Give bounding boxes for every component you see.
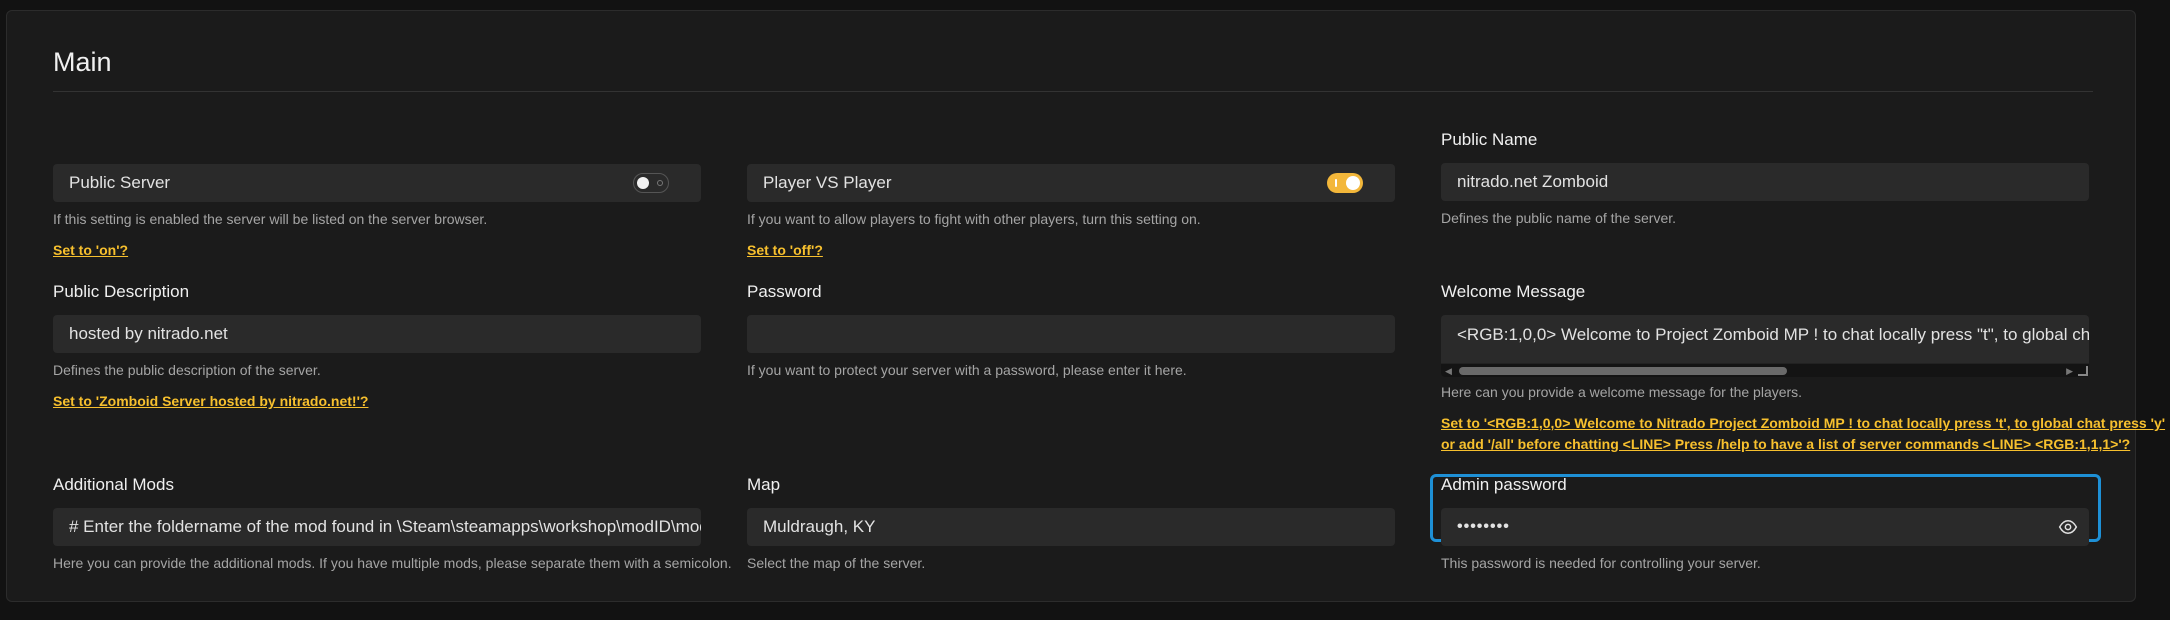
- public-server-help: If this setting is enabled the server wi…: [53, 211, 488, 227]
- welcome-message-label: Welcome Message: [1441, 282, 1586, 301]
- section-title: Main: [53, 47, 112, 77]
- map-select[interactable]: Muldraugh, KY: [747, 508, 1395, 546]
- resize-handle-icon[interactable]: [2078, 366, 2088, 376]
- toggle-off-icon[interactable]: [633, 173, 669, 193]
- password-input[interactable]: [747, 315, 1395, 353]
- additional-mods-field: Additional Mods # Enter the foldername o…: [53, 475, 732, 575]
- additional-mods-input[interactable]: # Enter the foldername of the mod found …: [53, 508, 701, 546]
- toggle-knob: [637, 177, 649, 189]
- public-description-field: Public Description hosted by nitrado.net…: [53, 282, 701, 412]
- public-server-suggestion-link[interactable]: Set to 'on'?: [53, 242, 128, 258]
- public-description-input[interactable]: hosted by nitrado.net: [53, 315, 701, 353]
- settings-panel: Main Public Server If this setting is en…: [6, 10, 2165, 602]
- public-name-help: Defines the public name of the server.: [1441, 210, 1677, 226]
- pvp-label: Player VS Player: [763, 173, 892, 192]
- map-field: Map Muldraugh, KY Select the map of the …: [747, 475, 1395, 575]
- welcome-message-help: Here can you provide a welcome message f…: [1441, 384, 1803, 400]
- welcome-message-field: Welcome Message <RGB:1,0,0> Welcome to P…: [1441, 282, 2165, 452]
- public-description-suggestion-link[interactable]: Set to 'Zomboid Server hosted by nitrado…: [53, 393, 368, 409]
- public-server-label: Public Server: [69, 173, 171, 192]
- welcome-message-suggestion-link-line2[interactable]: or add '/all' before chatting <LINE> Pre…: [1441, 436, 2130, 452]
- additional-mods-help: Here you can provide the additional mods…: [53, 555, 732, 571]
- toggle-on-icon[interactable]: [1327, 173, 1363, 193]
- toggle-bar: [1335, 179, 1337, 187]
- toggle-knob: [1346, 176, 1360, 190]
- public-server-field: Public Server If this setting is enabled…: [53, 154, 701, 264]
- scroll-right-arrow-icon[interactable]: ▶: [2066, 366, 2073, 377]
- map-label: Map: [747, 475, 781, 494]
- password-help: If you want to protect your server with …: [747, 362, 1187, 378]
- pvp-suggestion-link[interactable]: Set to 'off'?: [747, 242, 823, 258]
- public-name-field: Public Name nitrado.net Zomboid Defines …: [1441, 130, 2089, 230]
- welcome-message-text: <RGB:1,0,0> Welcome to Project Zomboid M…: [1457, 325, 2089, 344]
- admin-password-value: ••••••••: [1457, 518, 1510, 535]
- public-name-input[interactable]: nitrado.net Zomboid: [1441, 163, 2089, 201]
- admin-password-input[interactable]: ••••••••: [1441, 508, 2089, 546]
- pvp-toggle-row[interactable]: Player VS Player: [747, 164, 1395, 202]
- public-server-toggle-row[interactable]: Public Server: [53, 164, 701, 202]
- toggle-ring: [657, 180, 663, 186]
- scrollbar-thumb[interactable]: [1459, 367, 1787, 375]
- password-label: Password: [747, 282, 822, 301]
- additional-mods-label: Additional Mods: [53, 475, 174, 494]
- welcome-message-textarea[interactable]: <RGB:1,0,0> Welcome to Project Zomboid M…: [1441, 315, 2089, 377]
- welcome-message-suggestion-link-line1[interactable]: Set to '<RGB:1,0,0> Welcome to Nitrado P…: [1441, 415, 2165, 431]
- admin-password-field: Admin password •••••••• This password is…: [1441, 475, 2089, 575]
- pvp-help: If you want to allow players to fight wi…: [747, 211, 1201, 227]
- public-description-label: Public Description: [53, 282, 190, 301]
- section-divider: [53, 91, 2093, 92]
- pvp-field: Player VS Player If you want to allow pl…: [747, 154, 1395, 264]
- scroll-left-arrow-icon[interactable]: ◀: [1445, 366, 1452, 377]
- admin-password-help: This password is needed for controlling …: [1441, 555, 1761, 571]
- admin-password-label: Admin password: [1441, 475, 1567, 494]
- welcome-message-scrollbar[interactable]: ◀ ▶: [1441, 363, 2089, 377]
- public-name-label: Public Name: [1441, 130, 1538, 149]
- password-field: Password If you want to protect your ser…: [747, 282, 1395, 382]
- eye-icon[interactable]: [2057, 517, 2079, 537]
- map-help: Select the map of the server.: [747, 555, 926, 571]
- public-description-help: Defines the public description of the se…: [53, 362, 321, 378]
